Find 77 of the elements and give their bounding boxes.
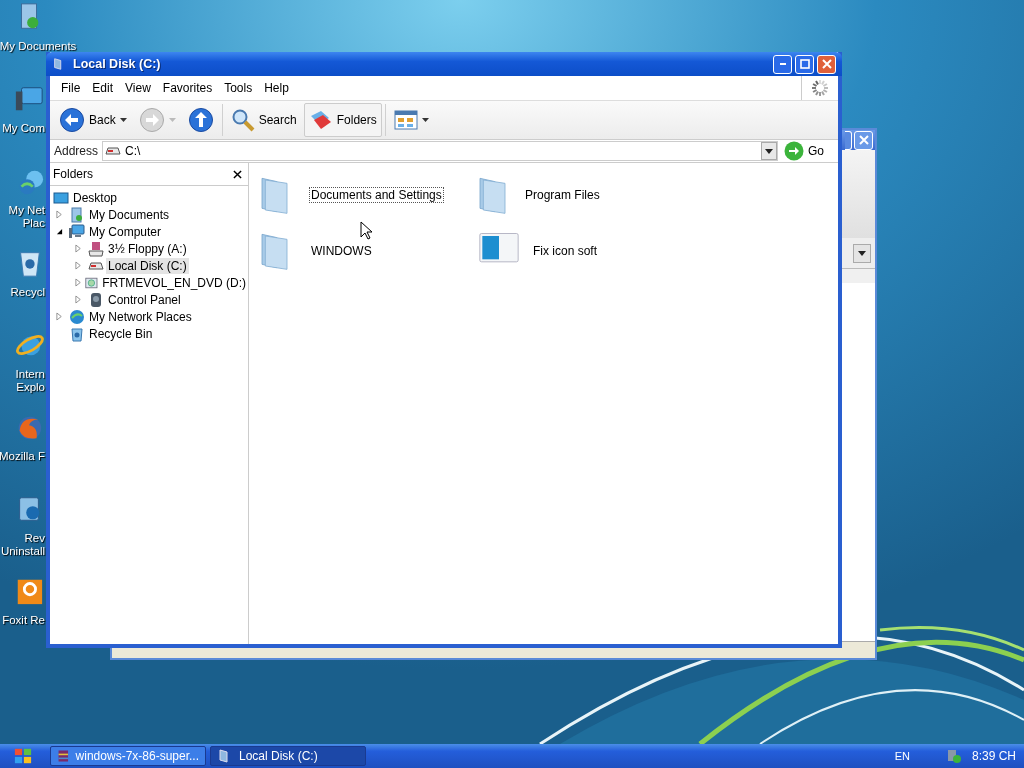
menu-item[interactable]: Tools [218, 81, 259, 95]
maximize-icon [799, 59, 810, 69]
tree-item[interactable]: My Network Places [87, 308, 194, 325]
close-icon[interactable] [233, 169, 242, 179]
expand-arrow-icon[interactable] [75, 278, 82, 287]
menu-item[interactable]: File [55, 81, 87, 95]
close-icon [821, 59, 832, 69]
views-icon [393, 110, 418, 130]
documents-icon [69, 206, 85, 223]
expand-arrow-icon[interactable] [75, 244, 82, 253]
expand-arrow-icon[interactable] [75, 295, 82, 304]
tree-item[interactable]: Recycle Bin [87, 325, 155, 342]
desktop-icon-label[interactable]: My Documents [0, 40, 76, 53]
loading-spinner-icon [810, 78, 830, 98]
pane-title: Folders [53, 167, 93, 181]
caret-icon [765, 148, 773, 154]
dropdown-button[interactable] [761, 142, 777, 160]
desktop-icon-label[interactable]: Foxit Re [1, 614, 45, 627]
computer-icon [69, 223, 85, 240]
tree-item[interactable]: My Documents [87, 206, 172, 223]
close-icon [858, 135, 869, 145]
window-title: Local Disk (C:) [73, 57, 162, 71]
taskbar-button[interactable]: Local Disk (C:) [210, 746, 366, 766]
folders-button[interactable]: Folders [303, 103, 382, 137]
mouse-cursor-icon [360, 221, 372, 240]
menu-item[interactable]: Edit [86, 81, 120, 95]
desktop-icon-label[interactable]: Mozilla F [1, 450, 45, 463]
tree-item[interactable]: FRTMEVOL_EN_DVD (D:) [100, 274, 248, 291]
menu-item[interactable]: Help [258, 81, 295, 95]
archive-icon [57, 748, 70, 764]
expand-arrow-icon[interactable] [56, 312, 63, 321]
search-button[interactable]: Search [225, 103, 302, 137]
dropdown-button[interactable] [853, 243, 871, 263]
minimize-button[interactable] [773, 54, 792, 74]
maximize-button[interactable] [845, 130, 852, 150]
search-icon [230, 108, 255, 132]
file-name[interactable]: WINDOWS [309, 243, 374, 259]
address-label: Address [54, 144, 99, 158]
file-name[interactable]: Program Files [523, 187, 602, 203]
expand-arrow-icon[interactable] [75, 261, 82, 270]
close-button[interactable] [817, 54, 836, 74]
menu-item[interactable]: View [119, 81, 157, 95]
minimize-icon [779, 63, 786, 65]
language-indicator[interactable]: EN [894, 750, 910, 762]
globe-icon [69, 308, 85, 325]
expand-arrow-icon[interactable] [56, 210, 63, 219]
address-field[interactable]: C:\ [102, 141, 778, 161]
clock: 8:39 CH [971, 749, 1016, 763]
desktop-icon-label[interactable]: Intern Explo [1, 368, 45, 394]
tree-item[interactable]: My Computer [87, 223, 164, 240]
caret-icon [421, 118, 429, 122]
control-panel-icon [88, 291, 104, 308]
windows-logo-icon [14, 747, 32, 765]
disk-drive-icon [105, 147, 122, 155]
desktop-icon-label[interactable]: My Com [1, 122, 45, 135]
go-button[interactable]: Go [782, 141, 834, 161]
tree-item[interactable]: 3½ Floppy (A:) [106, 240, 189, 257]
collapse-arrow-icon[interactable] [56, 228, 63, 235]
menu-item[interactable]: Favorites [156, 81, 219, 95]
desktop-icon-label[interactable]: Recycl [1, 286, 45, 299]
floppy-drive-icon [88, 240, 104, 257]
caret-icon [858, 250, 866, 256]
back-button[interactable]: Back [54, 103, 132, 137]
caret-icon [168, 118, 176, 122]
tree-item[interactable]: Local Disk (C:) [106, 257, 189, 274]
recycle-bin-icon [69, 325, 85, 342]
tree-item[interactable]: Desktop [71, 189, 120, 206]
desktop-icon-label[interactable]: My Net Plac [1, 204, 45, 230]
file-name[interactable]: Fix icon soft [531, 243, 600, 259]
desktop-icon [53, 189, 69, 206]
tree-item[interactable]: Control Panel [106, 291, 183, 308]
close-button[interactable] [854, 130, 873, 150]
taskbar-button[interactable]: windows-7x-86-super... [50, 746, 206, 766]
file-name[interactable]: Documents and Settings [309, 187, 444, 203]
caret-icon [119, 118, 127, 122]
maximize-button[interactable] [795, 54, 814, 74]
desktop-icon-label[interactable]: Rev Uninstall [1, 532, 45, 558]
